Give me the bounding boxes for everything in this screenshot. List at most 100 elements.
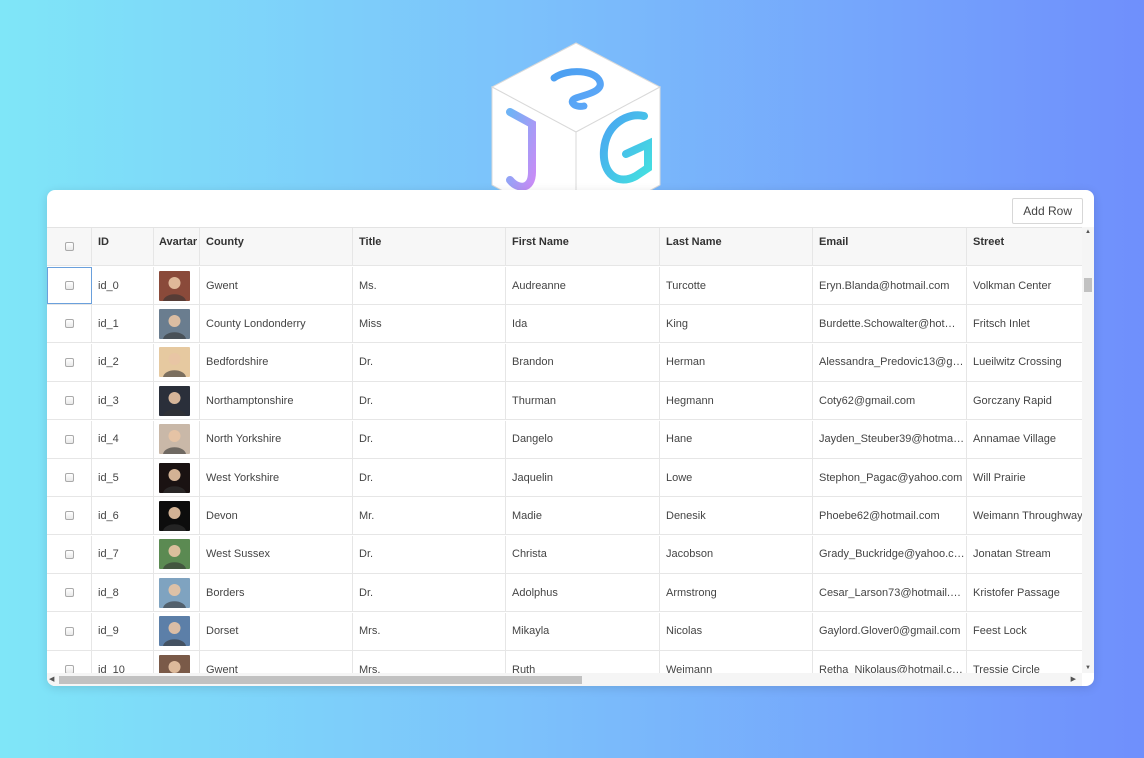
cell-county[interactable]: County Londonderry [200,305,353,343]
row-checkbox[interactable] [65,281,74,290]
table-row[interactable]: id_4 North Yorkshire Dr. Dangelo Hane Jayden_… [47,420,1082,459]
table-row[interactable]: id_9 Dorset Mrs. Mikayla Nicolas Gaylord.Glov… [47,612,1082,651]
cell-email[interactable]: Jayden_Steuber39@hotma… [813,420,967,458]
cell-id[interactable]: id_2 [92,343,154,381]
cell-first-name[interactable]: Ruth [506,651,660,673]
scroll-right-icon[interactable]: ▶ [1071,675,1076,683]
cell-street[interactable]: Fritsch Inlet [967,305,1082,342]
cell-first-name[interactable]: Brandon [506,343,660,381]
cell-county[interactable]: North Yorkshire [200,420,353,458]
scroll-up-icon[interactable]: ▲ [1085,229,1091,235]
cell-county[interactable]: Northamptonshire [200,382,353,420]
cell-id[interactable]: id_5 [92,459,154,496]
add-row-button[interactable]: Add Row [1012,198,1083,224]
cell-last-name[interactable]: Denesik [660,497,813,535]
row-checkbox[interactable] [64,549,74,559]
cell-street[interactable]: Weimann Throughway [967,497,1082,534]
cell-county[interactable]: West Sussex [200,535,353,573]
cell-first-name[interactable]: Mikayla [506,612,660,650]
cell-first-name[interactable]: Christa [506,535,660,573]
table-row[interactable]: id_0 Gwent Ms. Audreanne Turcotte Eryn.Blanda… [47,267,1082,305]
cell-email[interactable]: Gaylord.Glover0@gmail.com [813,612,967,650]
cell-title[interactable]: Dr. [353,459,506,496]
scroll-left-icon[interactable]: ◀ [49,675,54,683]
cell-street[interactable]: Volkman Center [967,267,1082,304]
cell-id[interactable]: id_7 [92,535,154,573]
cell-title[interactable]: Mrs. [353,612,506,650]
cell-title[interactable]: Dr. [353,574,506,612]
row-checkbox[interactable] [64,626,74,636]
column-header-title[interactable]: Title [353,228,506,265]
column-header-county[interactable]: County [200,228,353,265]
cell-street[interactable]: Lueilwitz Crossing [967,344,1082,381]
cell-email[interactable]: Stephon_Pagac@yahoo.com [813,459,967,496]
table-row[interactable]: id_2 Bedfordshire Dr. Brandon Herman Alessand… [47,343,1082,382]
table-row[interactable]: id_5 West Yorkshire Dr. Jaquelin Lowe Stephon… [47,459,1082,497]
cell-email[interactable]: Retha_Nikolaus@hotmail.c… [813,651,967,673]
cell-id[interactable]: id_8 [92,574,154,612]
cell-county[interactable]: Borders [200,574,353,612]
row-checkbox[interactable] [64,665,74,673]
column-header-street[interactable]: Street [967,228,1082,265]
cell-email[interactable]: Coty62@gmail.com [813,382,967,420]
row-checkbox[interactable] [64,434,74,444]
row-checkbox[interactable] [64,511,74,521]
cell-first-name[interactable]: Dangelo [506,420,660,458]
cell-first-name[interactable]: Madie [506,497,660,535]
cell-title[interactable]: Ms. [353,267,506,304]
vertical-scrollbar[interactable]: ▲ ▼ [1082,227,1094,673]
cell-id[interactable]: id_4 [92,420,154,458]
table-row[interactable]: id_7 West Sussex Dr. Christa Jacobson Grady_B… [47,535,1082,574]
column-header-first-name[interactable]: First Name [506,228,660,265]
cell-county[interactable]: Gwent [200,651,353,673]
cell-id[interactable]: id_1 [92,305,154,343]
cell-first-name[interactable]: Thurman [506,382,660,420]
horizontal-scroll-thumb[interactable] [59,676,582,684]
column-header-email[interactable]: Email [813,228,967,265]
cell-last-name[interactable]: Weimann [660,651,813,673]
cell-title[interactable]: Miss [353,305,506,343]
cell-street[interactable]: Will Prairie [967,459,1082,496]
cell-county[interactable]: Gwent [200,267,353,304]
row-checkbox[interactable] [64,319,74,329]
cell-last-name[interactable]: King [660,305,813,343]
cell-title[interactable]: Dr. [353,382,506,420]
row-checkbox[interactable] [64,396,74,406]
cell-id[interactable]: id_0 [92,267,154,304]
cell-street[interactable]: Annamae Village [967,421,1082,458]
cell-last-name[interactable]: Hane [660,420,813,458]
cell-email[interactable]: Burdette.Schowalter@hot… [813,305,967,343]
column-header-last-name[interactable]: Last Name [660,228,813,265]
cell-last-name[interactable]: Hegmann [660,382,813,420]
cell-last-name[interactable]: Lowe [660,459,813,496]
cell-email[interactable]: Phoebe62@hotmail.com [813,497,967,535]
cell-title[interactable]: Mr. [353,497,506,535]
cell-last-name[interactable]: Herman [660,343,813,381]
cell-id[interactable]: id_10 [92,651,154,673]
cell-street[interactable]: Gorczany Rapid [967,382,1082,419]
table-row[interactable]: id_1 County Londonderry Miss Ida King Burdett… [47,305,1082,344]
select-all-checkbox[interactable] [64,242,74,251]
cell-email[interactable]: Cesar_Larson73@hotmail.… [813,574,967,612]
cell-last-name[interactable]: Jacobson [660,535,813,573]
cell-first-name[interactable]: Audreanne [506,267,660,304]
cell-last-name[interactable]: Armstrong [660,574,813,612]
cell-email[interactable]: Alessandra_Predovic13@g… [813,343,967,381]
cell-email[interactable]: Grady_Buckridge@yahoo.c… [813,535,967,573]
table-row[interactable]: id_10 Gwent Mrs. Ruth Weimann Retha_Nikolaus@… [47,651,1082,673]
cell-title[interactable]: Dr. [353,420,506,458]
row-checkbox[interactable] [64,473,74,482]
cell-title[interactable]: Dr. [353,343,506,381]
cell-title[interactable]: Dr. [353,535,506,573]
cell-id[interactable]: id_3 [92,382,154,420]
cell-title[interactable]: Mrs. [353,651,506,673]
table-row[interactable]: id_6 Devon Mr. Madie Denesik Phoebe62@hotmail… [47,497,1082,536]
cell-first-name[interactable]: Jaquelin [506,459,660,496]
cell-county[interactable]: Bedfordshire [200,343,353,381]
cell-email[interactable]: Eryn.Blanda@hotmail.com [813,267,967,304]
cell-street[interactable]: Feest Lock [967,613,1082,650]
cell-first-name[interactable]: Adolphus [506,574,660,612]
column-header-id[interactable]: ID [92,228,154,265]
cell-first-name[interactable]: Ida [506,305,660,343]
cell-county[interactable]: West Yorkshire [200,459,353,496]
